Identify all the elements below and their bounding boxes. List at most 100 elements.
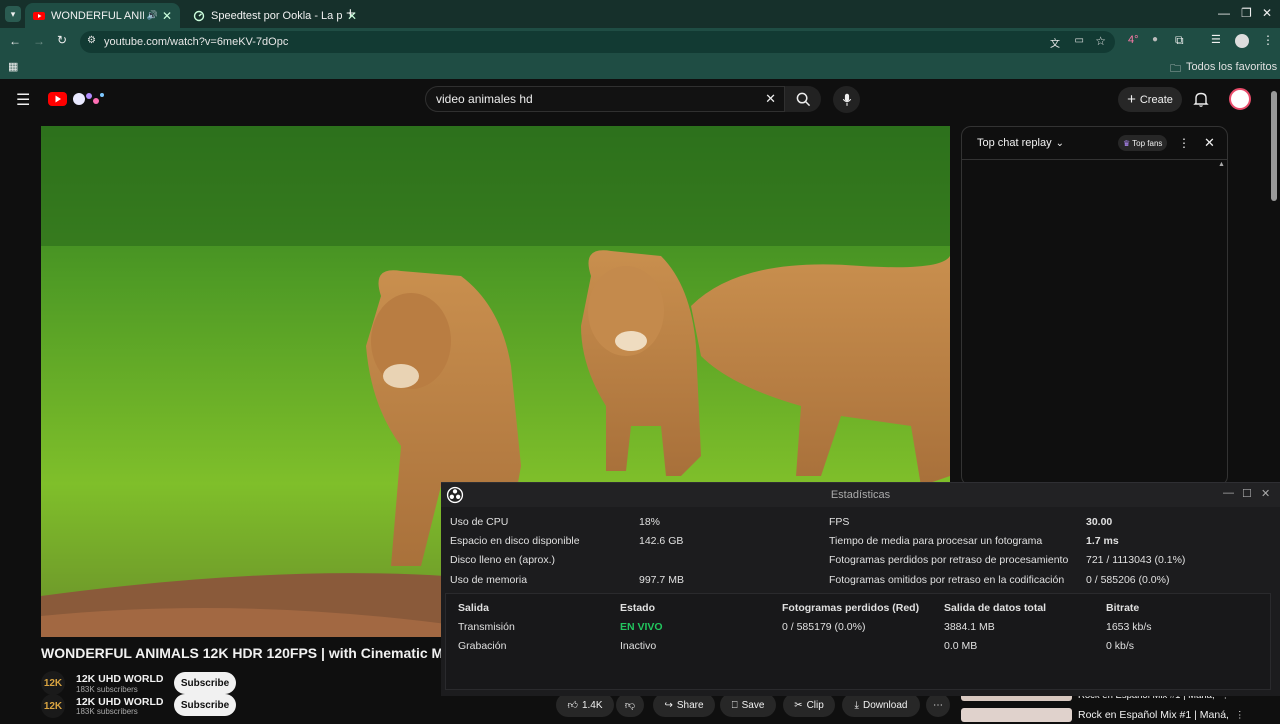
plus-icon: + [1127, 91, 1136, 108]
stat-value: 1.7 ms [1086, 534, 1119, 547]
stat-row: Fotogramas perdidos por retraso de proce… [829, 550, 1185, 569]
account-avatar[interactable] [1229, 88, 1251, 110]
page-scrollbar[interactable] [1271, 91, 1277, 201]
like-count: 1.4K [581, 699, 603, 711]
recommendation-menu-icon[interactable]: ⋮ [1235, 710, 1245, 721]
url-field[interactable]: ⚙ youtube.com/watch?v=6meKV-7dOpc 文 ▭ ☆ [80, 31, 1115, 53]
table-cell: 1653 kb/s [1106, 620, 1152, 633]
create-button[interactable]: + Create [1118, 87, 1182, 112]
youtube-logo[interactable] [48, 89, 108, 109]
stats-titlebar: Estadísticas — ☐ ✕ [441, 483, 1280, 507]
extension-icon[interactable]: 4° [1128, 34, 1139, 46]
stat-value: 0 / 585206 (0.0%) [1086, 573, 1170, 586]
more-actions-button[interactable]: ⋯ [926, 693, 950, 717]
site-info-icon[interactable]: ⚙ [87, 35, 96, 46]
like-button[interactable]: 👍︎ 1.4K [556, 693, 614, 717]
stats-window-title: Estadísticas [830, 489, 891, 501]
notifications-bell-icon[interactable] [1193, 91, 1209, 107]
download-button[interactable]: ⤓ Download [842, 693, 920, 717]
table-cell: 3884.1 MB [944, 620, 995, 633]
stat-row: Tiempo de media para procesar un fotogra… [829, 531, 1119, 550]
stat-row: Fotogramas omitidos por retraso en la co… [829, 570, 1169, 589]
microphone-icon [842, 93, 851, 106]
thumbs-down-icon: 👎︎ [624, 700, 636, 711]
table-cell: 0.0 MB [944, 639, 978, 652]
dislike-button[interactable]: 👎︎ [616, 693, 644, 717]
hamburger-menu-icon[interactable]: ☰ [16, 90, 30, 110]
share-label: Share [676, 699, 704, 711]
search-icon [796, 92, 810, 106]
close-tab-icon[interactable]: ✕ [162, 9, 172, 23]
live-status-badge: EN VIVO [620, 620, 663, 633]
stat-label: Fotogramas perdidos por retraso de proce… [829, 553, 1069, 566]
recommendation-title[interactable]: Rock en Español Mix #1 | Maná, [1078, 709, 1229, 721]
bookmark-star-icon[interactable]: ☆ [1095, 34, 1106, 48]
stat-value: 18% [639, 515, 661, 528]
speedtest-favicon-icon [193, 10, 205, 21]
reload-icon[interactable]: ↻ [57, 33, 67, 47]
reading-list-icon[interactable]: ☰ [1211, 33, 1221, 46]
browser-tab-bar: ▾ WONDERFUL ANIMALS 12K HDR 120FPS 🔊 ✕ S… [0, 0, 1280, 28]
chat-more-icon[interactable]: ⋮ [1178, 136, 1190, 150]
new-tab-button[interactable]: + [346, 5, 355, 22]
profile-avatar[interactable] [1235, 34, 1249, 48]
stats-maximize-icon[interactable]: ☐ [1242, 487, 1252, 500]
stats-close-icon[interactable]: ✕ [1261, 487, 1270, 500]
table-cell: Inactivo [620, 639, 657, 652]
chat-scroll-up-icon[interactable]: ▲ [1218, 161, 1225, 168]
extension-2-icon[interactable]: ● [1152, 34, 1158, 45]
stat-value: 30.00 [1086, 515, 1113, 528]
channel-name[interactable]: 12K UHD WORLD [76, 696, 164, 707]
stat-label: Uso de memoria [450, 573, 528, 586]
audio-icon[interactable]: 🔊 [147, 10, 158, 21]
close-chat-icon[interactable]: ✕ [1204, 135, 1215, 151]
minimize-icon[interactable]: — [1218, 6, 1230, 20]
channel-name[interactable]: 12K UHD WORLD [76, 673, 164, 685]
stat-row: Uso de CPU 18% [450, 512, 660, 531]
stat-label: Fotogramas omitidos por retraso en la co… [829, 573, 1065, 586]
extensions-puzzle-icon[interactable]: ⧉ [1175, 33, 1184, 48]
youtube-masthead: ☰ video animales hd ✕ + Create [0, 79, 1280, 122]
create-label: Create [1139, 93, 1173, 106]
stat-label: Uso de CPU [450, 515, 509, 528]
clip-button[interactable]: ✂ Clip [783, 693, 835, 717]
channel-avatar[interactable]: 12K [41, 694, 65, 718]
subscribe-button[interactable]: Subscribe [174, 694, 236, 716]
recommendation-item[interactable]: Rock en Español Mix #1 | Maná, ⋮ [961, 706, 1271, 724]
close-window-icon[interactable]: ✕ [1262, 6, 1272, 20]
forward-icon[interactable]: → [33, 34, 45, 48]
subscribe-button[interactable]: Subscribe [174, 672, 236, 694]
stat-value: 721 / 1113043 (0.1%) [1086, 553, 1186, 566]
table-cell: 0 / 585179 (0.0%) [782, 620, 866, 633]
stats-minimize-icon[interactable]: — [1223, 487, 1234, 499]
address-bar: ← → ↻ ⚙ youtube.com/watch?v=6meKV-7dOpc … [0, 28, 1280, 55]
save-button[interactable]: ⎕ Save [720, 693, 776, 717]
tab-speedtest[interactable]: Speedtest por Ookla - La prueba ✕ [185, 3, 365, 28]
cast-icon[interactable]: ▭ [1075, 35, 1084, 46]
stat-row: FPS 30.00 [829, 512, 1112, 531]
share-icon: ↪ [664, 699, 673, 711]
top-fans-button[interactable]: ♛ Top fans [1118, 135, 1168, 151]
search-input[interactable]: video animales hd ✕ [425, 86, 785, 112]
channel-avatar[interactable]: 12K [41, 671, 65, 695]
chevron-down-icon[interactable]: ⌄ [1056, 138, 1064, 149]
translate-icon[interactable]: 文 [1050, 35, 1060, 50]
tab-title: Speedtest por Ookla - La prueba [211, 9, 343, 22]
tab-search-button[interactable]: ▾ [5, 6, 21, 22]
back-icon[interactable]: ← [9, 34, 21, 48]
search-button[interactable] [785, 86, 821, 112]
voice-search-button[interactable] [833, 86, 860, 113]
apps-grid-icon[interactable]: ▦ [8, 60, 18, 73]
channel-info: 12K 12K UHD WORLD 183K subscribers [41, 671, 164, 695]
subscriber-count: 183K subscribers [76, 706, 138, 716]
column-header: Estado [620, 601, 656, 614]
browser-menu-icon[interactable]: ⋮ [1262, 33, 1274, 47]
chat-mode-dropdown[interactable]: Top chat replay [977, 137, 1052, 149]
restore-icon[interactable]: ❐ [1241, 6, 1252, 20]
table-cell: 0 kb/s [1106, 639, 1135, 652]
all-bookmarks-link[interactable]: Todos los favoritos [1186, 61, 1277, 73]
clear-search-icon[interactable]: ✕ [765, 91, 776, 107]
tab-title: WONDERFUL ANIMALS 12K HDR 120FPS [51, 9, 144, 22]
share-button[interactable]: ↪ Share [653, 693, 715, 717]
tab-youtube[interactable]: WONDERFUL ANIMALS 12K HDR 120FPS 🔊 ✕ [25, 3, 180, 28]
